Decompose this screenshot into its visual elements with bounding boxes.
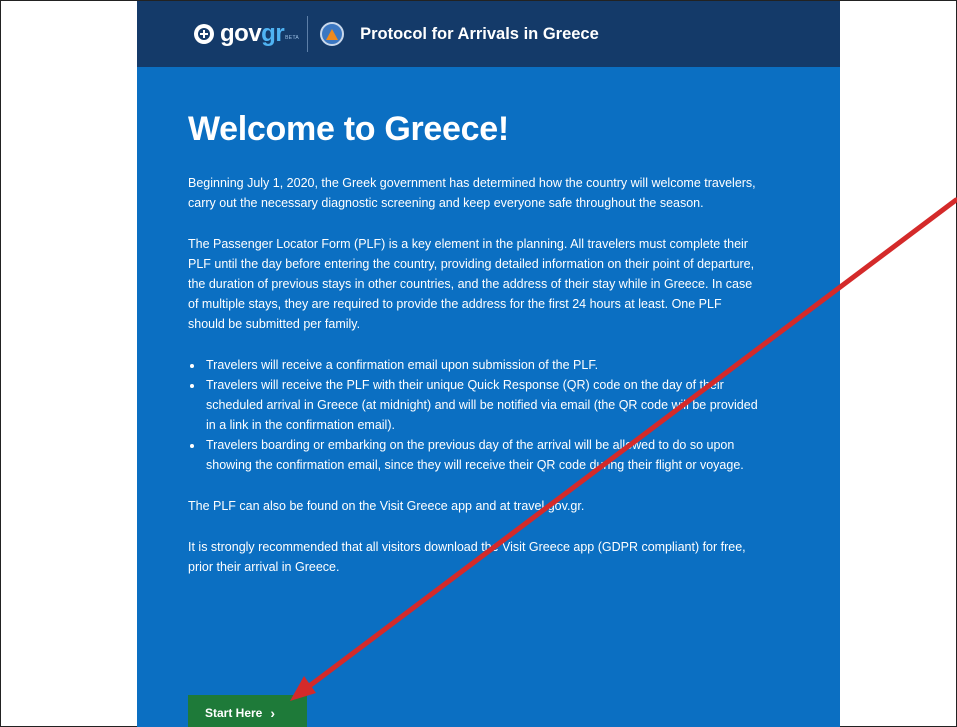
recommendation-paragraph: It is strongly recommended that all visi… [188, 540, 746, 574]
list-item: Travelers boarding or embarking on the p… [204, 435, 758, 475]
start-here-label: Start Here [205, 706, 263, 720]
top-header-bar: govgr BETA Protocol for Arrivals in Gree… [137, 1, 840, 67]
list-item: Travelers will receive the PLF with thei… [204, 375, 758, 435]
chevron-right-icon: › [270, 705, 276, 721]
page-content: govgr BETA Protocol for Arrivals in Gree… [137, 1, 840, 727]
app-paragraph: The PLF can also be found on the Visit G… [188, 499, 585, 513]
plf-paragraph: The Passenger Locator Form (PLF) is a ke… [188, 237, 755, 331]
logo-accent-text: gr [261, 20, 285, 47]
header-divider [307, 16, 309, 52]
beta-badge: BETA [285, 35, 300, 41]
list-item: Travelers will receive a confirmation em… [204, 355, 758, 375]
site-title: Protocol for Arrivals in Greece [360, 24, 599, 43]
intro-paragraph: Beginning July 1, 2020, the Greek govern… [188, 176, 756, 210]
info-bullet-list: Travelers will receive a confirmation em… [188, 355, 758, 475]
welcome-content: Welcome to Greece! Beginning July 1, 202… [188, 109, 758, 598]
civil-protection-icon [320, 22, 345, 46]
start-here-button[interactable]: Start Here › [188, 695, 307, 727]
govgr-logo[interactable]: govgr [220, 20, 285, 47]
logo-main-text: gov [220, 20, 262, 47]
page-heading: Welcome to Greece! [188, 110, 509, 148]
greek-emblem-icon [194, 24, 214, 44]
